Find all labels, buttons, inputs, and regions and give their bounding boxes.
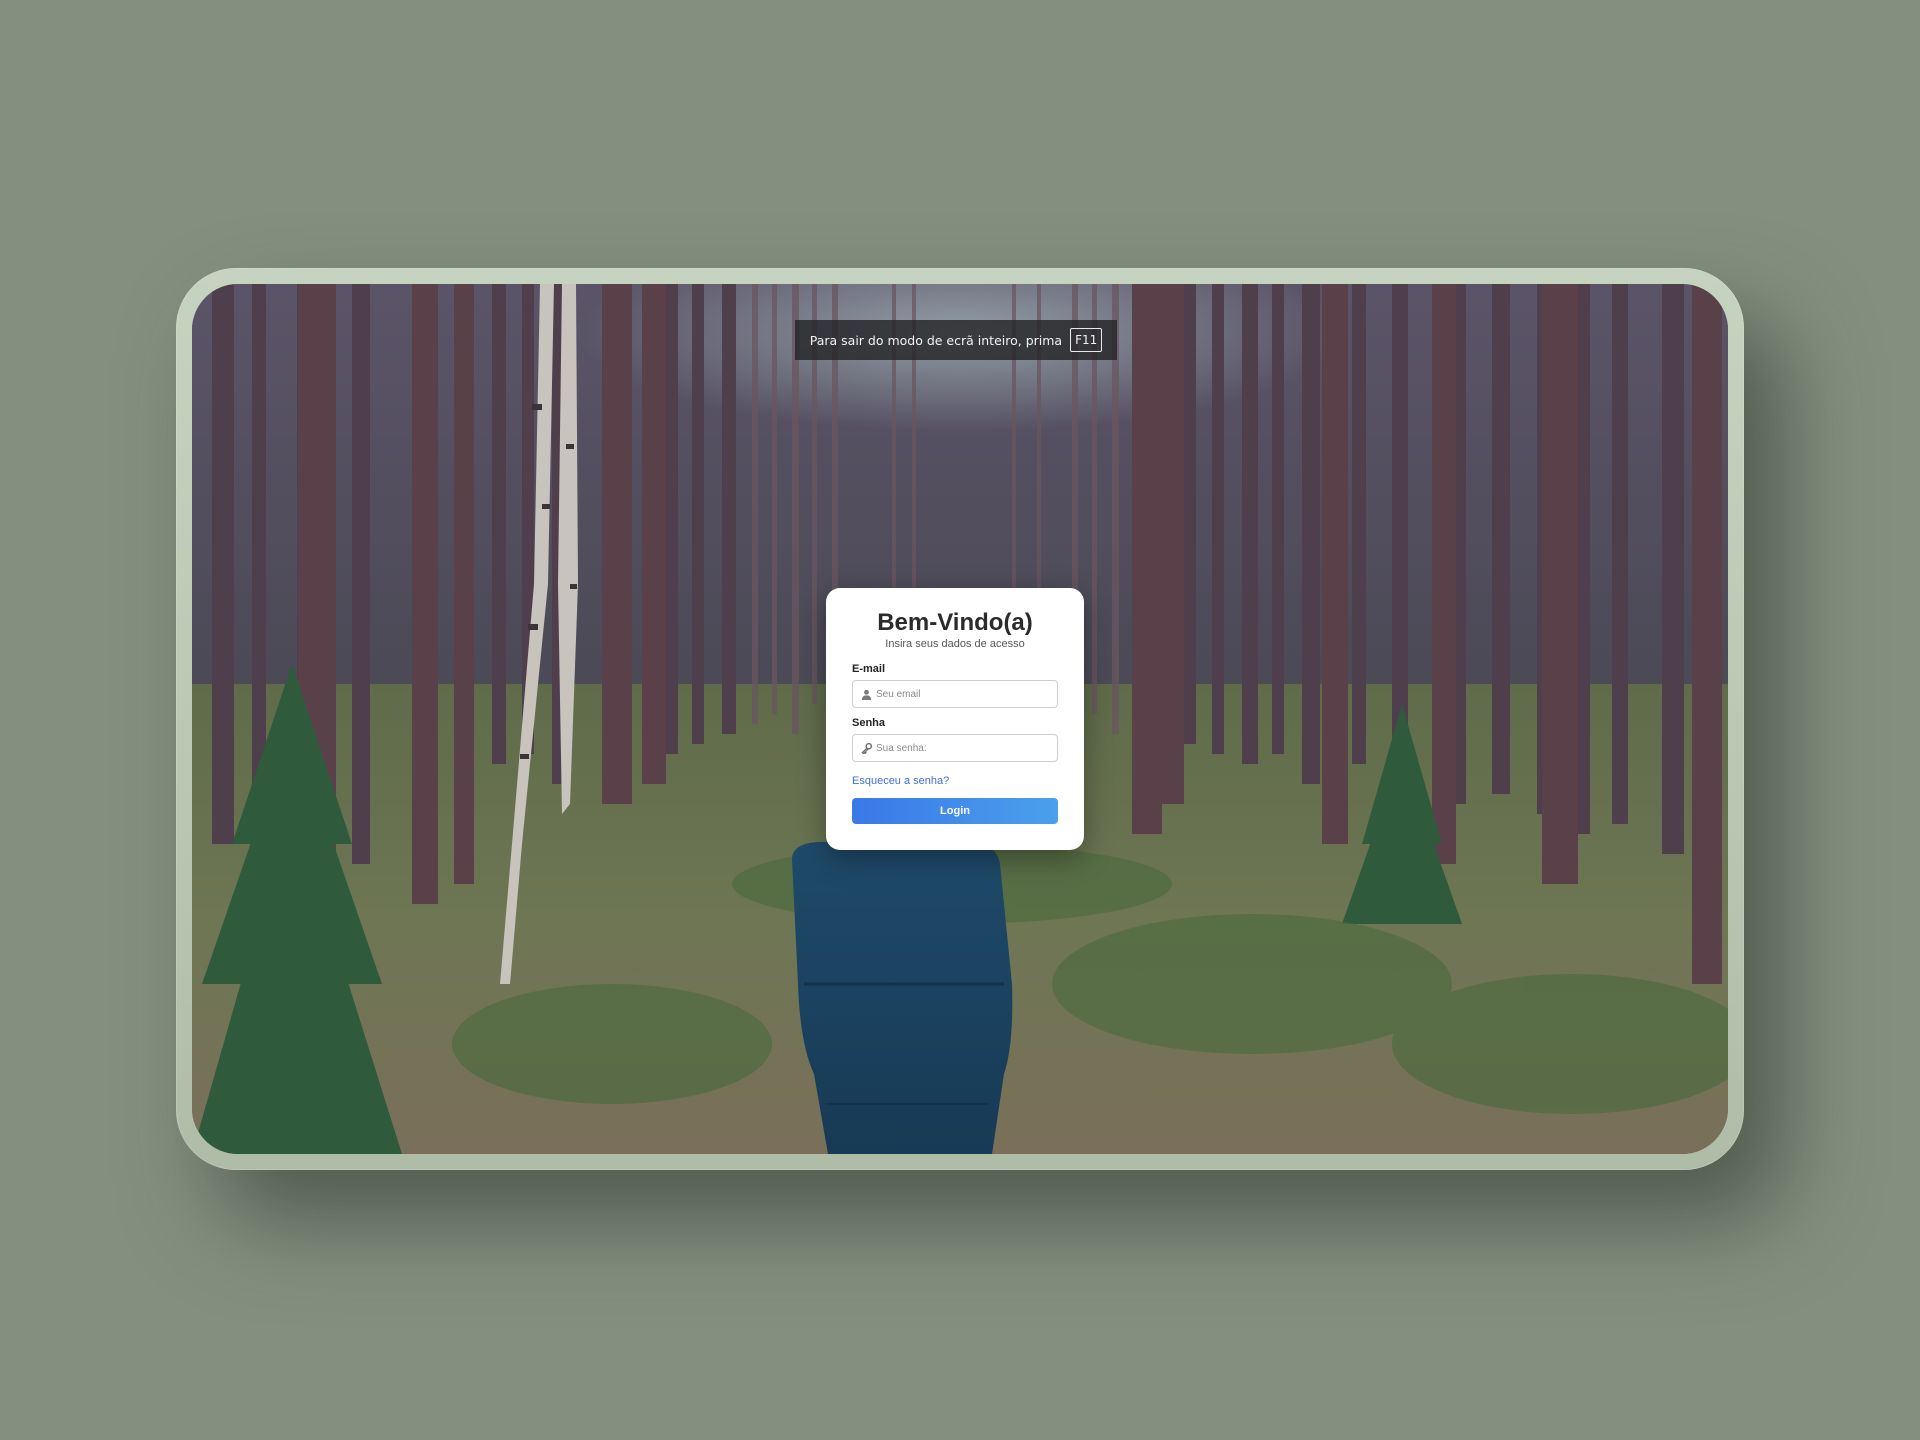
login-subtitle: Insira seus dados de acesso: [885, 638, 1025, 650]
login-button[interactable]: Login: [852, 798, 1058, 824]
user-icon: [861, 689, 872, 700]
password-label: Senha: [852, 717, 886, 729]
email-input[interactable]: [876, 688, 1046, 700]
email-label: E-mail: [852, 663, 886, 675]
login-card: Bem-Vindo(a) Insira seus dados de acesso…: [826, 588, 1084, 850]
fullscreen-exit-notice: Para sair do modo de ecrã inteiro, prima…: [795, 320, 1117, 360]
screen: Para sair do modo de ecrã inteiro, prima…: [192, 284, 1728, 1154]
password-input[interactable]: [876, 742, 1046, 754]
device-frame: Para sair do modo de ecrã inteiro, prima…: [176, 268, 1744, 1170]
welcome-title: Bem-Vindo(a): [877, 609, 1033, 636]
password-field[interactable]: [852, 734, 1058, 762]
key-icon: [861, 742, 872, 754]
forgot-password-link[interactable]: Esqueceu a senha?: [852, 775, 949, 787]
email-field[interactable]: [852, 680, 1058, 708]
fullscreen-notice-text: Para sair do modo de ecrã inteiro, prima: [809, 332, 1063, 348]
f11-key-badge: F11: [1070, 328, 1103, 352]
